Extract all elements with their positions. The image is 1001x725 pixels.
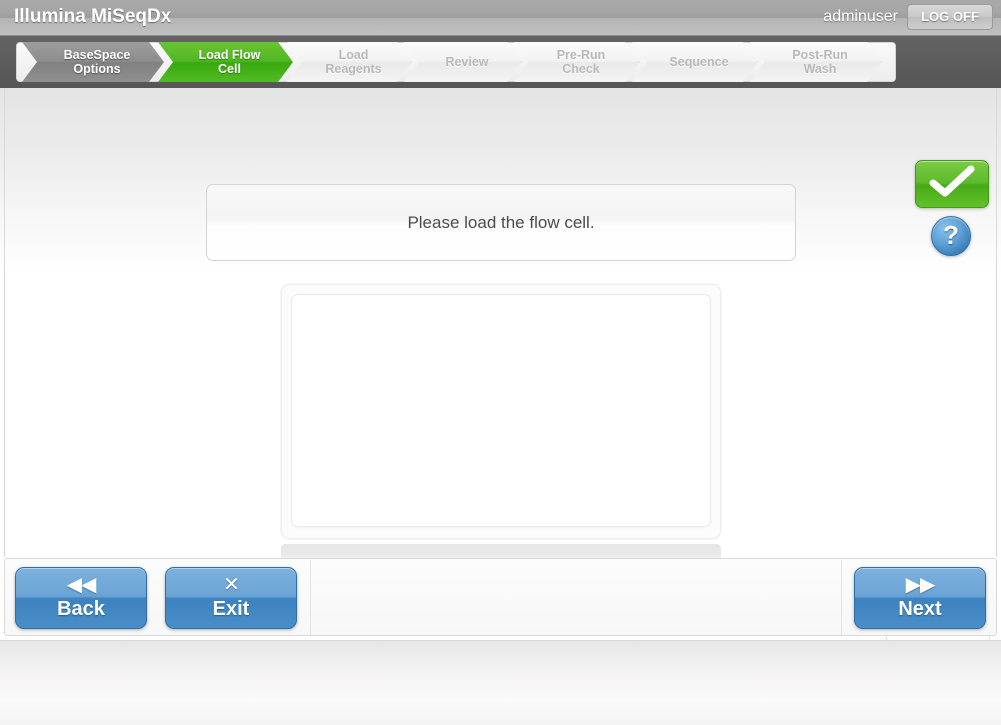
breadcrumb-step-label: Review xyxy=(445,55,489,69)
button-bar-divider xyxy=(841,560,842,636)
instruction-text: Please load the flow cell. xyxy=(407,212,595,232)
back-button[interactable]: ◀◀ Back xyxy=(15,567,147,629)
breadcrumb-step-load-flow-cell[interactable]: Load Flow Cell xyxy=(158,42,293,82)
breadcrumb-step-label: BaseSpace Options xyxy=(63,48,131,76)
breadcrumb-step-label: Load Reagents xyxy=(325,48,382,76)
checkmark-icon xyxy=(929,165,975,204)
next-button[interactable]: ▶▶ Next xyxy=(854,567,986,629)
back-button-label: Back xyxy=(57,598,105,620)
double-left-arrow-icon: ◀◀ xyxy=(66,574,97,596)
double-right-arrow-icon: ▶▶ xyxy=(905,574,936,596)
breadcrumb-step-basespace-options[interactable]: BaseSpace Options xyxy=(22,42,164,82)
status-ok-button[interactable] xyxy=(915,160,989,208)
close-x-icon: ✕ xyxy=(223,574,240,596)
exit-button[interactable]: ✕ Exit xyxy=(165,567,297,629)
log-off-button[interactable]: LOG OFF xyxy=(907,4,993,30)
button-bar-divider xyxy=(310,560,311,636)
flow-cell-stage-surface xyxy=(291,294,711,527)
workflow-breadcrumb-bar: BaseSpace Options Load Flow Cell Load Reage… xyxy=(0,36,1001,88)
breadcrumb-step-post-run-wash[interactable]: Post-Run Wash xyxy=(750,42,882,82)
title-bar: Illumina MiSeqDx adminuser LOG OFF xyxy=(0,0,1001,36)
app-title: Illumina MiSeqDx xyxy=(14,6,172,27)
breadcrumb-step-label: Post-Run Wash xyxy=(792,48,848,76)
next-button-label: Next xyxy=(898,598,942,620)
breadcrumb-step-sequence[interactable]: Sequence xyxy=(632,42,758,82)
exit-button-label: Exit xyxy=(212,598,250,620)
miseqdx-application: Illumina MiSeqDx adminuser LOG OFF BaseS… xyxy=(0,0,1001,725)
breadcrumb-step-review[interactable]: Review xyxy=(404,42,522,82)
breadcrumb-step-label: Pre-Run Check xyxy=(556,48,606,76)
breadcrumb-step-load-reagents[interactable]: Load Reagents xyxy=(287,42,412,82)
breadcrumb-step-label: Sequence xyxy=(669,55,729,69)
breadcrumb-step-pre-run-check[interactable]: Pre-Run Check xyxy=(514,42,640,82)
main-content-area: ? Please load the flow cell. Flow Cell B… xyxy=(0,88,1001,641)
help-button[interactable]: ? xyxy=(931,216,971,256)
current-user-label: adminuser xyxy=(823,8,898,25)
breadcrumb-step-label: Load Flow Cell xyxy=(198,48,261,76)
instrument-status-bar: ❄ 4.00 °C 25.00 °C xyxy=(0,640,1001,725)
navigation-button-bar: ◀◀ Back ✕ Exit ▶▶ Next xyxy=(4,558,997,636)
instruction-panel: Please load the flow cell. xyxy=(206,184,796,261)
